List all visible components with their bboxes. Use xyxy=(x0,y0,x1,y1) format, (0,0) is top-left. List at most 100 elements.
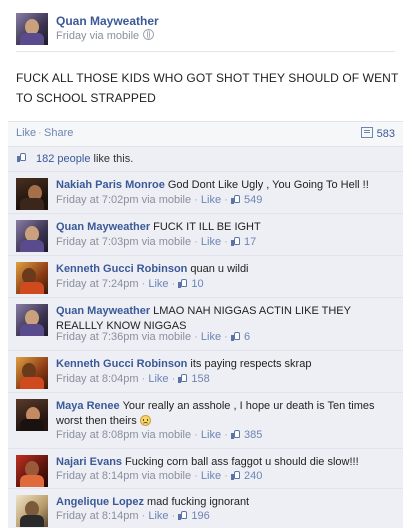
comment-text: quan u wildi xyxy=(190,263,249,275)
post-meta: Friday via mobile xyxy=(56,29,155,42)
comment-body: Najari Evans Fucking corn ball ass faggot… xyxy=(56,455,391,470)
comment-time[interactable]: Friday at 7:24pm xyxy=(56,278,139,290)
commenter-avatar[interactable] xyxy=(16,262,48,294)
thumbs-up-icon xyxy=(230,430,241,439)
comment-time[interactable]: Friday at 7:03pm via mobile xyxy=(56,236,191,248)
comment-meta: Friday at 8:04pm · Like · 158 xyxy=(56,373,210,385)
comment-time[interactable]: Friday at 8:14pm via mobile xyxy=(56,470,191,482)
post-text: FUCK ALL THOSE KIDS WHO GOT SHOT THEY SH… xyxy=(16,71,399,105)
comment-like-link[interactable]: Like xyxy=(148,278,168,290)
likes-suffix: like this. xyxy=(90,153,134,165)
like-link[interactable]: Like xyxy=(16,127,36,139)
comment-time[interactable]: Friday at 8:04pm xyxy=(56,373,139,385)
comment-like-count[interactable]: 385 xyxy=(244,429,262,441)
comment-item: Najari Evans Fucking corn ball ass faggot… xyxy=(8,448,403,488)
comment-meta: Friday at 7:02pm via mobile · Like · 549 xyxy=(56,194,263,206)
comment-like-link[interactable]: Like xyxy=(148,510,168,522)
comment-meta: Friday at 7:36pm via mobile · Like · 6 xyxy=(56,331,251,343)
comment-item: Quan Mayweather LMAO NAH NIGGAS ACTIN LIK… xyxy=(8,297,403,350)
comment-text: FUCK IT ILL BE IGHT xyxy=(153,221,261,233)
share-link[interactable]: Share xyxy=(44,127,73,139)
commenter-avatar[interactable] xyxy=(16,178,48,210)
thumbs-up-icon xyxy=(230,237,241,246)
comment-meta: Friday at 8:14pm via mobile · Like · 240 xyxy=(56,470,263,482)
separator-dot: · xyxy=(38,127,42,139)
comment-item: Maya Renee Your really an asshole , I hop… xyxy=(8,392,403,448)
comment-text: mad fucking ignorant xyxy=(147,496,250,508)
comment-like-count[interactable]: 6 xyxy=(244,331,250,343)
comment-body: Quan Mayweather FUCK IT ILL BE IGHT xyxy=(56,220,391,235)
comment-like-link[interactable]: Like xyxy=(148,373,168,385)
comment-item: Angelique Lopez mad fucking ignorant Frid… xyxy=(8,488,403,528)
comment-like-link[interactable]: Like xyxy=(201,429,221,441)
post-actions-bar: Like · Share 583 xyxy=(8,121,403,146)
comment-text: its paying respects skrap xyxy=(190,358,312,370)
commenter-avatar[interactable] xyxy=(16,495,48,527)
commenter-name[interactable]: Nakiah Paris Monroe xyxy=(56,179,165,191)
comment-time[interactable]: Friday at 7:36pm via mobile xyxy=(56,331,191,343)
comment-time[interactable]: Friday at 8:14pm xyxy=(56,510,139,522)
comment-meta: Friday at 8:08pm via mobile · Like · 385 xyxy=(56,429,263,441)
commenter-name[interactable]: Quan Mayweather xyxy=(56,305,150,317)
poster-name[interactable]: Quan Mayweather xyxy=(56,14,159,28)
commenter-avatar[interactable] xyxy=(16,220,48,252)
comment-like-link[interactable]: Like xyxy=(201,194,221,206)
commenter-avatar[interactable] xyxy=(16,357,48,389)
commenter-name[interactable]: Najari Evans xyxy=(56,456,122,468)
comment-like-count[interactable]: 549 xyxy=(244,194,262,206)
likes-summary-text: 182 people like this. xyxy=(36,153,133,165)
comment-time[interactable]: Friday at 7:02pm via mobile xyxy=(56,194,191,206)
commenter-avatar[interactable] xyxy=(16,455,48,487)
commenter-name[interactable]: Angelique Lopez xyxy=(56,496,144,508)
comment-list: Nakiah Paris Monroe God Dont Like Ugly , … xyxy=(8,171,403,528)
frown-icon xyxy=(139,415,151,426)
comment-item: Nakiah Paris Monroe God Dont Like Ugly , … xyxy=(8,171,403,213)
thumbs-up-icon xyxy=(178,511,188,520)
comment-count[interactable]: 583 xyxy=(360,127,395,140)
globe-icon xyxy=(143,29,155,40)
thumbs-up-icon xyxy=(178,374,188,383)
comment-body: Quan Mayweather LMAO NAH NIGGAS ACTIN LIK… xyxy=(56,304,391,334)
comment-like-link[interactable]: Like xyxy=(201,331,221,343)
comment-text: God Dont Like Ugly , You Going To Hell !… xyxy=(167,179,369,191)
comment-count-value: 583 xyxy=(376,128,395,140)
comment-like-count[interactable]: 17 xyxy=(244,236,256,248)
poster-avatar[interactable] xyxy=(16,13,48,45)
commenter-name[interactable]: Maya Renee xyxy=(56,400,120,412)
commenter-avatar[interactable] xyxy=(16,399,48,431)
thumbs-up-icon xyxy=(230,195,241,204)
thumbs-up-icon xyxy=(230,332,241,341)
comment-like-count[interactable]: 10 xyxy=(191,278,203,290)
divider xyxy=(16,51,395,52)
comment-time[interactable]: Friday at 8:08pm via mobile xyxy=(56,429,191,441)
post-header: Quan Mayweather Friday via mobile xyxy=(16,13,406,49)
likes-summary: 182 people like this. xyxy=(8,146,403,171)
comment-like-count[interactable]: 196 xyxy=(191,510,209,522)
commenter-avatar[interactable] xyxy=(16,304,48,336)
comment-like-link[interactable]: Like xyxy=(201,236,221,248)
comment-meta: Friday at 7:24pm · Like · 10 xyxy=(56,278,204,290)
comment-body: Nakiah Paris Monroe God Dont Like Ugly , … xyxy=(56,178,391,193)
comment-body: Kenneth Gucci Robinson quan u wildi xyxy=(56,262,391,277)
comment-body: Angelique Lopez mad fucking ignorant xyxy=(56,495,391,510)
comment-body: Maya Renee Your really an asshole , I hop… xyxy=(56,399,391,429)
comment-like-count[interactable]: 240 xyxy=(244,470,262,482)
likes-people-link[interactable]: 182 people xyxy=(36,153,90,165)
thumbs-up-icon xyxy=(230,471,241,480)
comment-item: Quan Mayweather FUCK IT ILL BE IGHT Frida… xyxy=(8,213,403,255)
comment-like-link[interactable]: Like xyxy=(201,470,221,482)
thumbs-up-icon xyxy=(178,279,188,288)
comment-icon xyxy=(360,127,373,138)
post-timestamp[interactable]: Friday via mobile xyxy=(56,30,139,42)
commenter-name[interactable]: Kenneth Gucci Robinson xyxy=(56,358,187,370)
comment-meta: Friday at 7:03pm via mobile · Like · 17 xyxy=(56,236,257,248)
comment-body: Kenneth Gucci Robinson its paying respect… xyxy=(56,357,391,372)
thumbs-up-icon xyxy=(17,153,27,162)
commenter-name[interactable]: Kenneth Gucci Robinson xyxy=(56,263,187,275)
comment-text: Fucking corn ball ass faggot u should di… xyxy=(125,456,359,468)
comment-meta: Friday at 8:14pm · Like · 196 xyxy=(56,510,210,522)
comment-item: Kenneth Gucci Robinson its paying respect… xyxy=(8,350,403,392)
comment-item: Kenneth Gucci Robinson quan u wildi Frida… xyxy=(8,255,403,297)
commenter-name[interactable]: Quan Mayweather xyxy=(56,221,150,233)
comment-like-count[interactable]: 158 xyxy=(191,373,209,385)
